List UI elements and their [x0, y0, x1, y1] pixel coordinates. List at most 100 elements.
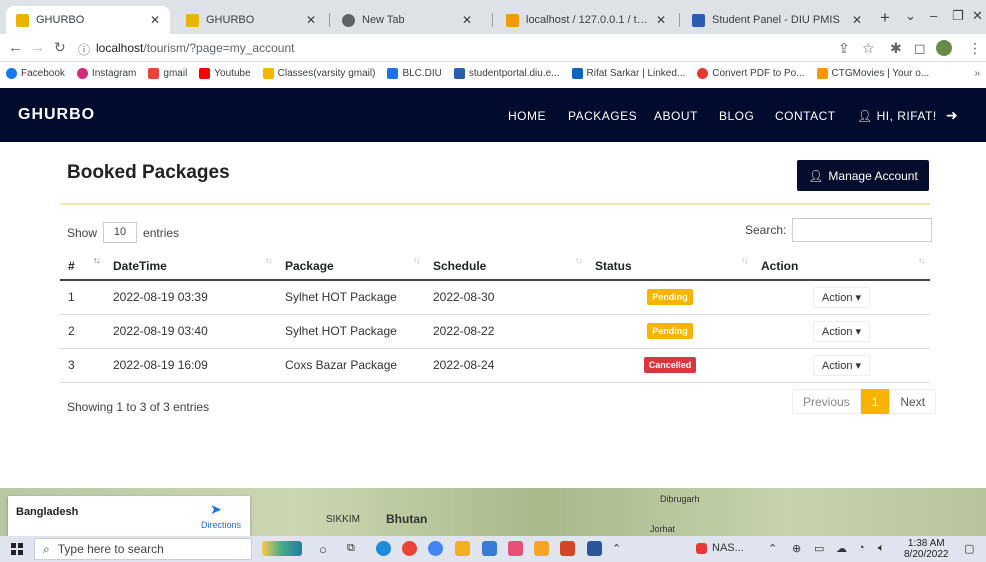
directions-icon[interactable]: ➤: [210, 501, 222, 518]
bookmark-linkedin[interactable]: Rifat Sarkar | Linked...: [571, 67, 685, 79]
browser-tab-ghurbo-active[interactable]: GHURBO ✕: [6, 6, 170, 34]
show-hidden-icons-icon[interactable]: ⌃: [768, 542, 777, 555]
bookmark-classes[interactable]: Classes(varsity gmail): [262, 67, 375, 79]
action-dropdown-button[interactable]: Action ▾: [812, 320, 871, 342]
nav-user-label: HI, RIFAT!: [876, 109, 937, 123]
bookmark-gmail[interactable]: gmail: [148, 67, 187, 79]
nas-label[interactable]: NAS...: [712, 542, 744, 554]
entries-select[interactable]: 10: [103, 222, 138, 243]
bookmark-convert-pdf[interactable]: Convert PDF to Po...: [697, 67, 805, 79]
site-info-icon[interactable]: ⓘ: [78, 41, 90, 58]
site-brand-logo[interactable]: GHURBO: [18, 106, 95, 124]
notifications-icon[interactable]: ▢: [964, 542, 974, 555]
minimize-window-icon[interactable]: –: [930, 8, 937, 23]
bookmark-studentportal[interactable]: studentportal.diu.e...: [453, 67, 560, 79]
manage-account-button[interactable]: 👤︎ Manage Account: [797, 160, 929, 191]
tab-separator: [329, 13, 330, 27]
cortana-icon[interactable]: ○: [319, 542, 327, 557]
meet-now-icon[interactable]: ⊕: [792, 542, 801, 555]
volume-icon[interactable]: 🔈︎: [878, 542, 885, 555]
new-tab-button[interactable]: +: [880, 8, 890, 28]
url-path: /tourism/?page=my_account: [143, 41, 295, 55]
logout-icon[interactable]: ➜: [946, 107, 958, 124]
bookmark-facebook[interactable]: Facebook: [6, 67, 65, 79]
browser-tab-ghurbo[interactable]: GHURBO ✕: [176, 6, 326, 34]
chrome-icon[interactable]: [402, 541, 417, 556]
more-bookmarks-icon[interactable]: »: [974, 68, 980, 79]
browser-tab-student-panel[interactable]: Student Panel - DIU PMIS ✕: [682, 6, 872, 34]
share-icon[interactable]: ⇪: [838, 40, 850, 57]
close-tab-icon[interactable]: ✕: [150, 13, 160, 27]
windows-start-icon[interactable]: [11, 543, 23, 555]
app-icon[interactable]: [587, 541, 602, 556]
show-label: Show: [67, 225, 98, 240]
close-tab-icon[interactable]: ✕: [306, 13, 316, 27]
close-window-icon[interactable]: ✕: [972, 8, 983, 24]
taskbar-clock[interactable]: 1:38 AM 8/20/2022: [904, 538, 949, 560]
nav-blog-link[interactable]: BLOG: [719, 109, 754, 123]
column-header-number[interactable]: # ↑↓: [60, 252, 105, 281]
sort-icon: ↑↓: [93, 256, 100, 265]
nav-contact-link[interactable]: CONTACT: [775, 109, 836, 123]
bookmark-blc[interactable]: BLC.DIU: [387, 67, 442, 79]
chevron-up-icon[interactable]: ⌃: [612, 542, 621, 555]
status-badge: Pending: [647, 289, 693, 306]
cell-package: Sylhet HOT Package: [277, 280, 425, 315]
extensions-puzzle-icon[interactable]: ✱: [890, 40, 902, 57]
bookmark-ctgmovies[interactable]: CTGMovies | Your o...: [816, 67, 929, 79]
taskbar-search-box[interactable]: ⌕ Type here to search: [34, 538, 252, 560]
nav-about-link[interactable]: ABOUT: [654, 109, 698, 123]
task-view-icon[interactable]: ⧉: [347, 542, 355, 555]
clock-time: 1:38 AM: [907, 538, 945, 549]
reload-icon[interactable]: ↻: [54, 39, 66, 56]
new-tab-favicon-icon: [342, 13, 355, 27]
directions-link[interactable]: Directions: [201, 520, 241, 530]
close-tab-icon[interactable]: ✕: [852, 13, 862, 27]
action-dropdown-button[interactable]: Action ▾: [812, 286, 871, 308]
close-tab-icon[interactable]: ✕: [656, 13, 666, 27]
side-panel-icon[interactable]: ◻: [914, 40, 926, 57]
cell-action: Action ▾: [753, 348, 930, 383]
nav-user-menu[interactable]: 👤︎ HI, RIFAT!: [857, 109, 937, 123]
search-input[interactable]: [792, 218, 933, 242]
sort-icon: ↑↓: [741, 256, 748, 265]
cloud-icon[interactable]: ☁: [836, 542, 847, 555]
restore-window-icon[interactable]: ❐: [952, 8, 964, 24]
action-dropdown-button[interactable]: Action ▾: [812, 354, 871, 376]
url-field[interactable]: localhost/tourism/?page=my_account: [96, 41, 294, 55]
powerpoint-icon[interactable]: [560, 541, 575, 556]
sublime-text-icon[interactable]: [534, 541, 549, 556]
tab-search-chevron-icon[interactable]: ⌄: [905, 8, 916, 24]
edge-browser-icon[interactable]: [376, 541, 391, 556]
bookmark-star-icon[interactable]: ☆: [862, 40, 875, 57]
chrome-profile-icon[interactable]: [428, 541, 443, 556]
close-tab-icon[interactable]: ✕: [462, 13, 472, 27]
browser-tab-new-tab[interactable]: New Tab ✕: [332, 6, 482, 34]
file-explorer-icon[interactable]: [455, 541, 470, 556]
app-icon[interactable]: [508, 541, 523, 556]
profile-avatar[interactable]: [936, 40, 952, 56]
tab-title: localhost / 127.0.0.1 / tou: [526, 14, 648, 26]
wifi-icon[interactable]: ◔: [858, 542, 865, 554]
column-header-action[interactable]: Action ↑↓: [753, 252, 930, 281]
bookmark-instagram[interactable]: Instagram: [76, 67, 136, 79]
column-header-datetime[interactable]: DateTime ↑↓: [105, 252, 277, 281]
status-badge: Cancelled: [643, 357, 697, 373]
bookmark-youtube[interactable]: Youtube: [199, 67, 251, 79]
column-header-package[interactable]: Package ↑↓: [277, 252, 425, 281]
browser-tab-phpmyadmin[interactable]: localhost / 127.0.0.1 / tou ✕: [496, 6, 676, 34]
nav-home-link[interactable]: HOME: [508, 109, 546, 123]
page-1-button[interactable]: 1: [860, 389, 890, 414]
column-header-schedule[interactable]: Schedule ↑↓: [425, 252, 587, 281]
back-arrow-icon[interactable]: ←: [8, 39, 23, 56]
battery-icon[interactable]: ▭: [814, 542, 824, 555]
column-header-status[interactable]: Status ↑↓: [587, 252, 753, 281]
browser-menu-icon[interactable]: ⋮: [968, 40, 982, 57]
app-icon[interactable]: [482, 541, 497, 556]
next-page-button[interactable]: Next: [889, 389, 937, 414]
forward-arrow-icon[interactable]: →: [30, 39, 45, 56]
map-place-card: Bangladesh ➤ Directions: [8, 496, 250, 536]
widgets-icon[interactable]: [262, 541, 302, 556]
previous-page-button[interactable]: Previous: [792, 389, 861, 414]
nav-packages-link[interactable]: PACKAGES: [568, 109, 637, 123]
